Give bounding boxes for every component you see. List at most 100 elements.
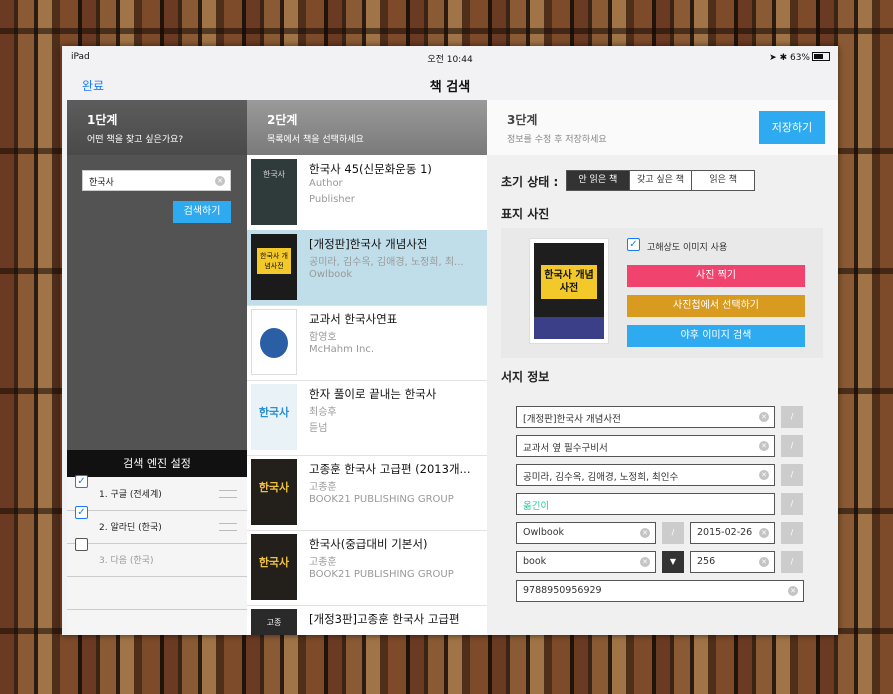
- checkbox-checked-icon[interactable]: ✓: [75, 506, 88, 519]
- field-edit-toggle[interactable]: /: [781, 493, 803, 515]
- field-edit-toggle[interactable]: /: [662, 522, 684, 544]
- engine-item-empty: [67, 576, 247, 610]
- book-author: Author: [309, 178, 343, 189]
- type-field[interactable]: book ✕: [516, 551, 656, 573]
- field-edit-toggle[interactable]: /: [781, 522, 803, 544]
- book-row[interactable]: 고종 [개정3판]고종훈 한국사 고급편: [247, 605, 487, 635]
- engine-item-daum[interactable]: 3. 다음 (한국): [67, 538, 247, 577]
- choose-from-album-button[interactable]: 사진첩에서 선택하기: [627, 295, 805, 317]
- book-cover: 한국사: [251, 384, 297, 450]
- engine-settings-header: 검색 엔진 설정: [67, 450, 247, 477]
- book-cover: 한국사: [251, 459, 297, 525]
- book-row[interactable]: 한국사 한국사 45(신문화운동 1) Author Publisher: [247, 155, 487, 231]
- book-cover: 한국사 개념사전: [251, 234, 297, 300]
- book-row[interactable]: 한국사 고종훈 한국사 고급편 (2013개... 고종훈 BOOK21 PUB…: [247, 455, 487, 531]
- yahoo-image-search-button[interactable]: 야후 이미지 검색: [627, 325, 805, 347]
- clear-icon[interactable]: ✕: [640, 557, 650, 567]
- checkbox-checked-icon[interactable]: ✓: [75, 475, 88, 488]
- dropdown-arrow-icon[interactable]: ▼: [662, 551, 684, 573]
- checkbox-checked-icon[interactable]: ✓: [627, 238, 640, 251]
- engine-label: 3. 다음 (한국): [99, 556, 154, 566]
- step1-panel: 1단계 어떤 책을 찾고 싶은가요? 한국사 ✕ 검색하기 검색 엔진 설정 ✓…: [67, 100, 247, 635]
- book-cover: 고종: [251, 609, 297, 635]
- isbn-field[interactable]: 9788950956929 ✕: [516, 580, 804, 602]
- book-publisher: Publisher: [309, 194, 355, 205]
- title-field[interactable]: [개정판]한국사 개념사전 ✕: [516, 406, 775, 428]
- pages-value: 256: [697, 556, 716, 567]
- book-title: 한국사(중급대비 기본서): [309, 537, 428, 551]
- date-field[interactable]: 2015-02-26 ✕: [690, 522, 775, 544]
- engine-list: ✓ 1. 구글 (전세계) ✓ 2. 알라딘 (한국) 3. 다음 (한국): [67, 475, 247, 635]
- book-row[interactable]: 한국사 한국사(중급대비 기본서) 고종훈 BOOK21 PUBLISHING …: [247, 530, 487, 606]
- step1-header: 1단계 어떤 책을 찾고 싶은가요?: [67, 100, 247, 155]
- book-cover: [251, 309, 297, 375]
- reorder-handle-icon[interactable]: [219, 490, 237, 498]
- clock: 오전 10:44: [427, 55, 473, 65]
- subtitle-field[interactable]: 교과서 옆 필수구비서 ✕: [516, 435, 775, 457]
- book-author: 고종훈: [309, 557, 337, 568]
- subtitle-value: 교과서 옆 필수구비서: [523, 443, 608, 454]
- field-edit-toggle[interactable]: /: [781, 464, 803, 486]
- step2-panel: 2단계 목록에서 책을 선택하세요 한국사 한국사 45(신문화운동 1) Au…: [247, 100, 487, 635]
- book-title: 한자 풀이로 끝내는 한국사: [309, 387, 437, 401]
- cover-text: 한국사: [258, 406, 290, 419]
- save-button[interactable]: 저장하기: [759, 111, 825, 144]
- cover-text: 고종: [266, 618, 282, 627]
- book-row[interactable]: 한국사 한자 풀이로 끝내는 한국사 최승후 듣넘: [247, 380, 487, 456]
- translator-field[interactable]: 옮긴이: [516, 493, 775, 515]
- cover-preview-art: 한국사 개념사전: [534, 243, 604, 339]
- cover-preview: 한국사 개념사전: [529, 238, 609, 344]
- search-button[interactable]: 검색하기: [173, 201, 231, 223]
- type-value: book: [523, 556, 547, 567]
- clear-icon[interactable]: ✕: [759, 412, 769, 422]
- navigation-bar: 완료 책 검색: [62, 70, 838, 100]
- high-res-label: 고해상도 이미지 사용: [647, 243, 728, 253]
- publisher-field[interactable]: Owlbook ✕: [516, 522, 656, 544]
- search-input[interactable]: 한국사 ✕: [82, 170, 231, 191]
- clear-icon[interactable]: ✕: [759, 470, 769, 480]
- book-publisher: McHahm Inc.: [309, 344, 374, 355]
- clear-icon[interactable]: ✕: [215, 176, 225, 186]
- book-cover: 한국사: [251, 534, 297, 600]
- segment-read[interactable]: 읽은 책: [692, 171, 754, 190]
- engine-label: 1. 구글 (전세계): [99, 490, 162, 500]
- reading-state-segmented-control[interactable]: 안 읽은 책 갖고 싶은 책 읽은 책: [566, 170, 755, 191]
- clear-icon[interactable]: ✕: [640, 528, 650, 538]
- book-publisher: 듣넘: [309, 423, 328, 434]
- field-edit-toggle[interactable]: /: [781, 435, 803, 457]
- pages-field[interactable]: 256 ✕: [690, 551, 775, 573]
- step2-header: 2단계 목록에서 책을 선택하세요: [247, 100, 487, 155]
- authors-field[interactable]: 공미라, 김수옥, 김애경, 노정희, 최인수 ✕: [516, 464, 775, 486]
- book-cover: 한국사: [251, 159, 297, 225]
- cover-art: [260, 328, 288, 358]
- search-input-value: 한국사: [89, 178, 114, 188]
- battery-status: ➤ ✱ 63%: [769, 52, 830, 63]
- clear-icon[interactable]: ✕: [759, 441, 769, 451]
- engine-label: 2. 알라딘 (한국): [99, 523, 162, 533]
- high-res-option[interactable]: ✓ 고해상도 이미지 사용: [627, 238, 728, 253]
- book-row-selected[interactable]: 한국사 개념사전 [개정판]한국사 개념사전 공미라, 김수옥, 김애경, 노정…: [247, 230, 487, 306]
- authors-value: 공미라, 김수옥, 김애경, 노정희, 최인수: [523, 472, 679, 483]
- step3-panel: 3단계 정보를 수정 후 저장하세요 저장하기 초기 상태 : 안 읽은 책 갖…: [487, 100, 838, 635]
- cover-text: 한국사: [262, 170, 286, 179]
- checkbox-unchecked-icon[interactable]: [75, 538, 88, 551]
- book-title: 고종훈 한국사 고급편 (2013개...: [309, 462, 471, 476]
- field-edit-toggle[interactable]: /: [781, 551, 803, 573]
- engine-item-aladin[interactable]: ✓ 2. 알라딘 (한국): [67, 506, 247, 544]
- isbn-value: 9788950956929: [523, 585, 602, 596]
- book-publisher: Owlbook: [309, 269, 353, 280]
- segment-unread[interactable]: 안 읽은 책: [567, 171, 630, 190]
- ipad-screen: iPad 오전 10:44 ➤ ✱ 63% 완료 책 검색 1단계 어떤 책을 …: [62, 46, 838, 635]
- title-value: [개정판]한국사 개념사전: [523, 414, 621, 425]
- engine-item-google[interactable]: ✓ 1. 구글 (전세계): [67, 475, 247, 511]
- reorder-handle-icon[interactable]: [219, 523, 237, 531]
- segment-wishlist[interactable]: 갖고 싶은 책: [630, 171, 693, 190]
- clear-icon[interactable]: ✕: [788, 586, 798, 596]
- clear-icon[interactable]: ✕: [759, 528, 769, 538]
- status-bar: iPad 오전 10:44 ➤ ✱ 63%: [62, 46, 838, 70]
- field-edit-toggle[interactable]: /: [781, 406, 803, 428]
- take-photo-button[interactable]: 사진 찍기: [627, 265, 805, 287]
- book-author: 고종훈: [309, 482, 337, 493]
- clear-icon[interactable]: ✕: [759, 557, 769, 567]
- book-row[interactable]: 교과서 한국사연표 함영호 McHahm Inc.: [247, 305, 487, 381]
